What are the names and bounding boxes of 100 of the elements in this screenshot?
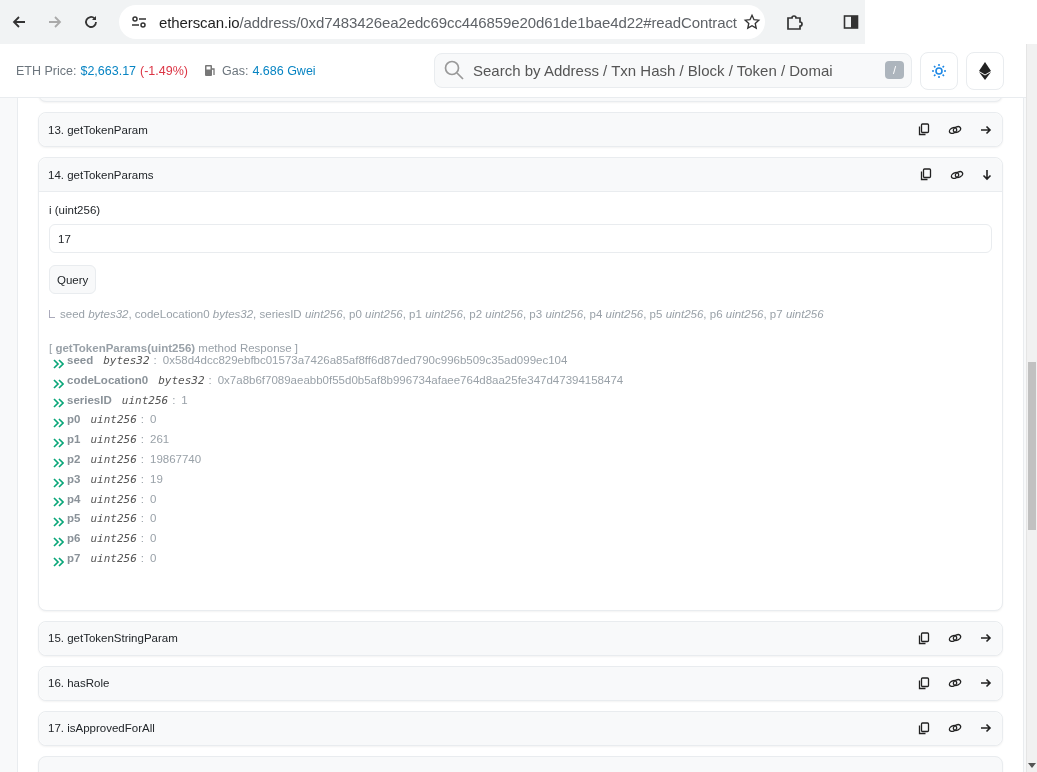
arrow-right-icon[interactable] xyxy=(980,723,992,734)
price-change: (-1.49%) xyxy=(140,63,188,78)
double-chevron-icon xyxy=(53,418,64,429)
output-type: uint256 xyxy=(90,413,137,427)
back-arrow-icon[interactable] xyxy=(11,14,27,30)
copy-icon[interactable] xyxy=(918,721,930,735)
double-chevron-icon xyxy=(53,378,64,389)
double-chevron-icon xyxy=(53,497,64,508)
link-icon[interactable] xyxy=(950,168,964,181)
output-name: codeLocation0 xyxy=(67,373,149,386)
scrollbar[interactable] xyxy=(1026,44,1037,772)
output-separator: : xyxy=(140,551,144,564)
return-corner-icon xyxy=(49,310,55,318)
output-name: p3 xyxy=(67,472,81,485)
parameter-input[interactable]: 17 xyxy=(49,224,992,253)
ethereum-icon xyxy=(979,61,991,80)
double-chevron-icon xyxy=(53,477,64,488)
output-separator: : xyxy=(140,433,144,446)
parameter-label: i (uint256) xyxy=(49,204,102,216)
output-name: p2 xyxy=(67,453,81,465)
arrow-right-icon[interactable] xyxy=(980,678,992,689)
output-type: bytes32 xyxy=(103,354,150,367)
eth-price-link[interactable]: $2,663.17 xyxy=(80,63,137,78)
copy-icon[interactable] xyxy=(918,123,930,136)
output-separator: : xyxy=(140,453,144,465)
network-button[interactable] xyxy=(966,51,1004,90)
link-icon[interactable] xyxy=(948,722,962,735)
output-separator: : xyxy=(140,492,144,505)
double-chevron-icon xyxy=(53,517,64,528)
output-name: p6 xyxy=(67,532,81,545)
search-icon xyxy=(444,60,464,80)
double-chevron-icon xyxy=(53,556,64,567)
gas-label: Gas: xyxy=(222,63,249,78)
output-type: uint256 xyxy=(90,532,137,546)
shortcut-key: / xyxy=(884,61,904,79)
output-separator: : xyxy=(140,413,144,426)
scrollbar-thumb[interactable] xyxy=(1028,362,1036,530)
link-icon[interactable] xyxy=(948,632,962,645)
output-type: uint256 xyxy=(90,453,137,466)
output-type: uint256 xyxy=(90,551,137,565)
output-type: uint256 xyxy=(90,512,137,526)
link-icon[interactable] xyxy=(948,123,962,136)
double-chevron-icon xyxy=(53,457,64,468)
output-separator: : xyxy=(140,472,144,485)
output-value: 1 xyxy=(181,393,188,406)
output-value: 0 xyxy=(150,492,157,505)
arrow-right-icon[interactable] xyxy=(980,124,992,135)
double-chevron-icon xyxy=(53,438,64,449)
response-title: [ getTokenParams(uint256) method Response ] xyxy=(49,342,300,354)
function-header[interactable]: 17. isApprovedForAll xyxy=(39,711,1002,745)
output-name: seriesID xyxy=(67,393,112,406)
copy-icon[interactable] xyxy=(918,676,930,690)
theme-toggle-button[interactable] xyxy=(920,51,958,90)
output-type: uint256 xyxy=(90,433,137,447)
output-value: 0x58d4dcc829ebfbc01573a7426a85af8ff6d87ded790c996b509c35ad099ec104 xyxy=(162,354,568,366)
output-name: p1 xyxy=(67,433,81,446)
output-separator: : xyxy=(172,393,176,406)
link-icon[interactable] xyxy=(948,677,962,690)
output-name: p4 xyxy=(67,492,81,505)
copy-icon[interactable] xyxy=(918,631,930,645)
output-type: uint256 xyxy=(90,492,137,506)
scroll-down-icon[interactable] xyxy=(1028,763,1036,769)
address-bar[interactable]: etherscan.io/address/0xd7483426ea2edc69cc446859e20d61de1bae4d22#readContract xyxy=(119,5,765,39)
fuel-pump-icon xyxy=(204,64,216,77)
output-value: 19 xyxy=(150,472,163,485)
query-button[interactable]: Query xyxy=(49,265,97,294)
reload-icon[interactable] xyxy=(83,14,99,30)
arrow-right-icon[interactable] xyxy=(980,633,992,644)
output-value: 261 xyxy=(150,433,170,446)
function-header[interactable]: 13. getTokenParam xyxy=(39,113,1002,146)
output-type: bytes32 xyxy=(158,373,205,387)
site-settings-icon[interactable] xyxy=(131,15,147,29)
arrow-down-icon[interactable] xyxy=(982,168,992,181)
copy-icon[interactable] xyxy=(920,168,932,181)
function-header[interactable]: 16. hasRole xyxy=(39,666,1002,700)
double-chevron-icon xyxy=(53,537,64,548)
output-name: p7 xyxy=(67,551,81,564)
function-header[interactable]: 14. getTokenParams xyxy=(39,158,1002,192)
output-type: uint256 xyxy=(121,393,169,407)
output-separator: : xyxy=(153,354,157,366)
double-chevron-icon xyxy=(53,398,64,409)
output-value: 0x7a8b6f7089aeabb0f55d0b5af8b996734afaee764d8aa25fe347d47394158474 xyxy=(217,373,624,386)
output-separator: : xyxy=(140,532,144,545)
eth-price-label: ETH Price: xyxy=(16,63,77,78)
side-panel-icon[interactable] xyxy=(843,14,859,30)
output-value: 0 xyxy=(150,551,157,564)
output-name: p0 xyxy=(67,413,81,426)
output-name: seed xyxy=(67,354,94,366)
output-value: 0 xyxy=(150,532,157,545)
extensions-icon[interactable] xyxy=(785,13,803,31)
bookmark-star-icon[interactable] xyxy=(742,13,761,31)
return-signature: seed bytes32, codeLocation0 bytes32, seriesID uint256, p0 uint256, p1 uint256, p2 uint256, p3 uint256, p4 uint256, p5 uint256, p6 uint256, p7 uint256 xyxy=(60,308,824,320)
output-value: 19867740 xyxy=(150,453,202,465)
sun-icon xyxy=(931,62,947,79)
output-type: uint256 xyxy=(90,472,137,486)
gas-price-link[interactable]: 4.686 Gwei xyxy=(252,63,316,78)
function-header[interactable]: 15. getTokenStringParam xyxy=(39,621,1002,655)
output-separator: : xyxy=(208,373,212,386)
output-name: p5 xyxy=(67,512,81,525)
output-value: 0 xyxy=(150,512,157,525)
